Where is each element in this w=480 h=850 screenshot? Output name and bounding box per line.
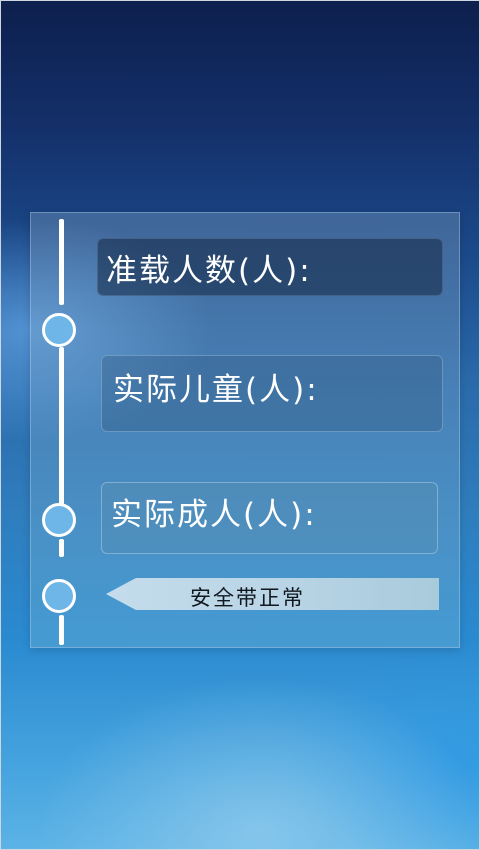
timeline-node-capacity [42,313,76,347]
timeline-node-status [42,579,76,613]
actual-adults-label: 实际成人(人): [111,497,317,533]
timeline-line-segment [59,615,64,645]
seatbelt-status-text: 安全带正常 [190,586,305,610]
timeline-node-adults [42,503,76,537]
actual-children-label: 实际儿童(人): [113,372,319,408]
timeline-line-segment [59,539,64,557]
timeline-line-segment [59,347,64,505]
rated-capacity-label: 准载人数(人): [106,253,312,289]
actual-children-field[interactable]: 实际儿童(人): [101,355,443,432]
app-screen: { "fields": { "rated_capacity": {"label"… [0,0,480,850]
seatbelt-status-bar: 安全带正常 [106,578,439,610]
info-panel: 准载人数(人): 实际儿童(人): 实际成人(人): 安全带正常 [30,212,460,648]
rated-capacity-field[interactable]: 准载人数(人): [97,238,443,296]
timeline-line-segment [59,219,64,305]
actual-adults-field[interactable]: 实际成人(人): [101,482,438,554]
